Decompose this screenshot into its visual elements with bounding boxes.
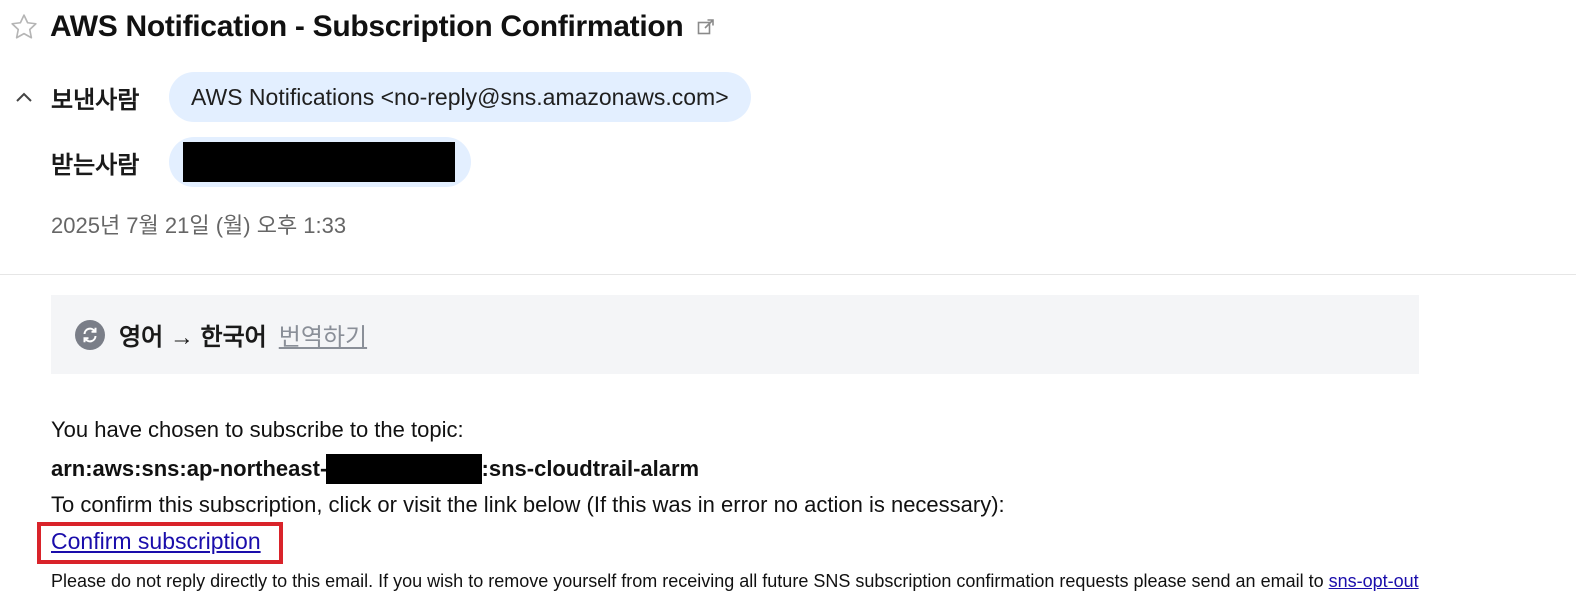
arn-suffix: :sns-cloudtrail-alarm	[481, 456, 700, 481]
sender-chip[interactable]: AWS Notifications <no-reply@sns.amazonaw…	[169, 72, 751, 122]
email-subject: AWS Notification - Subscription Confirma…	[50, 10, 684, 43]
star-icon[interactable]	[8, 11, 40, 43]
redacted-recipient	[183, 142, 455, 182]
redacted-account-id	[325, 454, 482, 484]
email-date: 2025년 7월 21일 (월) 오후 1:33	[51, 213, 347, 238]
translate-refresh-icon	[75, 319, 105, 350]
sender-row: 보낸사람 AWS Notifications <no-reply@sns.ama…	[51, 72, 751, 122]
confirm-subscription-link[interactable]: Confirm subscription	[51, 528, 261, 555]
translate-button[interactable]: 번역하기	[279, 317, 367, 352]
recipient-label: 받는사람	[51, 151, 140, 179]
subject-row: AWS Notification - Subscription Confirma…	[8, 6, 717, 48]
chevron-up-icon[interactable]	[10, 84, 38, 112]
recipient-chip[interactable]	[169, 137, 471, 187]
external-link-icon[interactable]	[695, 16, 717, 38]
recipient-row: 받는사람	[51, 137, 471, 187]
body-line-3: To confirm this subscription, click or v…	[51, 492, 1005, 517]
translate-bar: 영어 → 한국어 번역하기	[51, 295, 1419, 374]
footer-message: Please do not reply directly to this ema…	[51, 571, 1329, 591]
sender-label: 보낸사람	[51, 86, 140, 114]
topic-arn: arn:aws:sns:ap-northeast-2 :sns-cloudtra…	[51, 454, 699, 484]
header-divider	[0, 274, 1576, 275]
sns-opt-out-link[interactable]: sns-opt-out	[1329, 571, 1419, 591]
footer-text: Please do not reply directly to this ema…	[51, 571, 1419, 592]
arn-prefix: arn:aws:sns:ap-northeast-2	[51, 456, 340, 481]
translate-languages: 영어 → 한국어	[119, 324, 267, 351]
body-line-1: You have chosen to subscribe to the topi…	[51, 417, 464, 442]
